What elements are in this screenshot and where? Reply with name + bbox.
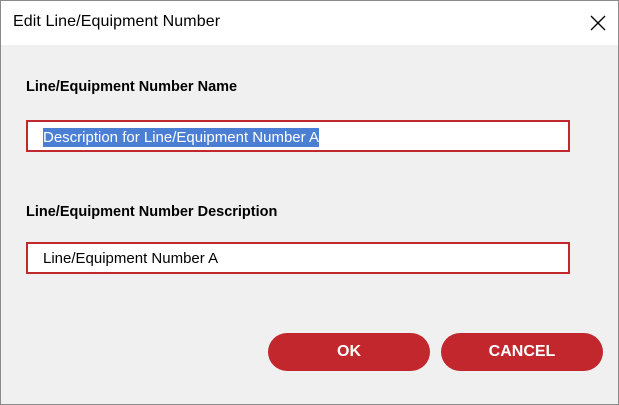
dialog-body: Line/Equipment Number Name Description f… [1, 45, 618, 404]
title-bar: Edit Line/Equipment Number [1, 1, 618, 45]
ok-button[interactable]: OK [268, 333, 430, 371]
name-input[interactable]: Description for Line/Equipment Number A [26, 120, 570, 152]
description-label: Line/Equipment Number Description [26, 204, 278, 220]
description-input[interactable]: Line/Equipment Number A [26, 242, 570, 274]
name-label: Line/Equipment Number Name [26, 79, 238, 95]
name-input-text: Description for Line/Equipment Number A [43, 128, 319, 147]
description-input-text: Line/Equipment Number A [43, 250, 219, 267]
edit-dialog: Edit Line/Equipment Number Line/Equipmen… [0, 0, 619, 405]
dialog-title: Edit Line/Equipment Number [13, 13, 221, 30]
close-icon [590, 15, 606, 31]
close-button[interactable] [582, 7, 614, 39]
cancel-button[interactable]: CANCEL [441, 333, 603, 371]
